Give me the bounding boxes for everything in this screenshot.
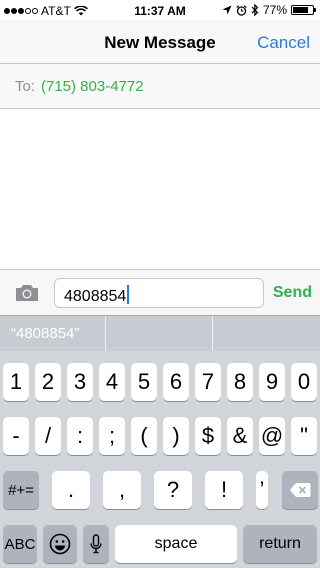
battery-level-fill (293, 7, 308, 13)
return-label: return (259, 535, 301, 552)
key-6[interactable]: 6 (163, 363, 189, 401)
key-0[interactable]: 0 (291, 363, 317, 401)
key-quote[interactable]: " (291, 417, 317, 455)
cancel-button[interactable]: Cancel (257, 33, 310, 53)
key-dollar[interactable]: $ (195, 417, 221, 455)
message-text-field[interactable]: 4808854 (54, 278, 264, 308)
key-hyphen[interactable]: - (3, 417, 29, 455)
key-9[interactable]: 9 (259, 363, 285, 401)
alarm-icon (236, 4, 247, 16)
return-key[interactable]: return (243, 525, 317, 563)
send-button[interactable]: Send (273, 284, 312, 302)
key-1[interactable]: 1 (3, 363, 29, 401)
keyboard: 1 2 3 4 5 6 7 8 9 0 - / : ; ( ) $ & @ " … (0, 351, 320, 568)
dictation-key[interactable] (83, 525, 109, 563)
key-2[interactable]: 2 (35, 363, 61, 401)
key-8[interactable]: 8 (227, 363, 253, 401)
status-bar: AT&T 11:37 AM 77% (0, 0, 320, 20)
status-right: 77% (222, 3, 316, 17)
key-colon[interactable]: : (67, 417, 93, 455)
message-input-bar: 4808854 Send (0, 269, 320, 315)
battery-icon (291, 5, 316, 15)
space-label: space (154, 535, 198, 552)
key-apostrophe[interactable]: ’ (256, 471, 268, 509)
suggestion-item[interactable] (214, 316, 320, 352)
symbols-shift-key[interactable]: #+= (3, 471, 39, 509)
text-cursor (127, 285, 130, 304)
symbols-shift-label: #+= (8, 481, 34, 499)
space-key[interactable]: space (115, 525, 237, 563)
message-text: 4808854 (64, 288, 127, 305)
key-close-paren[interactable]: ) (163, 417, 189, 455)
battery-percent: 77% (262, 3, 287, 17)
key-open-paren[interactable]: ( (131, 417, 157, 455)
key-semicolon[interactable]: ; (99, 417, 125, 455)
key-question[interactable]: ? (154, 471, 192, 509)
key-comma[interactable]: , (103, 471, 141, 509)
key-7[interactable]: 7 (195, 363, 221, 401)
key-exclamation[interactable]: ! (205, 471, 243, 509)
abc-label: ABC (4, 535, 36, 553)
emoji-icon (49, 533, 71, 555)
bluetooth-icon (251, 4, 259, 16)
key-ampersand[interactable]: & (227, 417, 253, 455)
key-5[interactable]: 5 (131, 363, 157, 401)
key-slash[interactable]: / (35, 417, 61, 455)
message-thread (0, 110, 320, 269)
emoji-key[interactable] (43, 525, 77, 563)
key-at[interactable]: @ (259, 417, 285, 455)
recipient-field[interactable]: To: (715) 803-4772 (0, 64, 320, 109)
abc-key[interactable]: ABC (3, 525, 37, 563)
to-label: To: (15, 78, 36, 95)
suggestion-item[interactable] (107, 316, 213, 352)
key-4[interactable]: 4 (99, 363, 125, 401)
backspace-icon (289, 483, 311, 497)
delete-key[interactable] (282, 471, 318, 509)
location-icon (222, 5, 232, 15)
camera-icon[interactable] (14, 283, 40, 303)
suggestion-bar: “4808854” (0, 315, 320, 352)
navigation-bar: New Message Cancel (0, 20, 320, 64)
recipient-number[interactable]: (715) 803-4772 (41, 78, 144, 95)
suggestion-item[interactable]: “4808854” (0, 316, 106, 352)
key-3[interactable]: 3 (67, 363, 93, 401)
message-text-value: 4808854 (64, 285, 130, 306)
microphone-icon (90, 534, 102, 554)
key-period[interactable]: . (52, 471, 90, 509)
suggestion-text: “4808854” (11, 325, 80, 342)
